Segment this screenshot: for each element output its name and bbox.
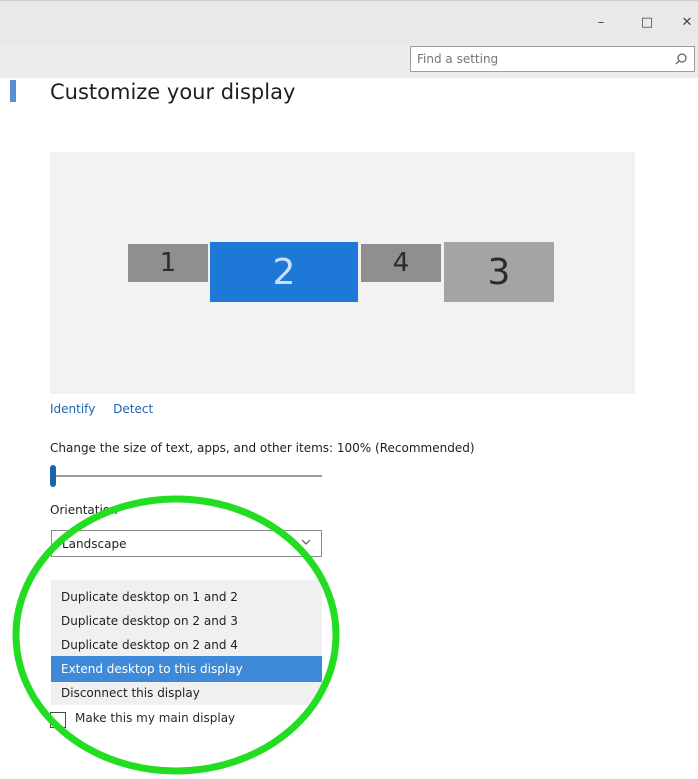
nav-accent-bar — [10, 80, 16, 102]
main-display-label: Make this my main display — [75, 711, 236, 725]
display-links: Identify Detect — [50, 402, 167, 416]
display-3-tile[interactable]: 3 — [444, 242, 554, 302]
display-4-number: 4 — [392, 248, 410, 278]
orientation-label: Orientation — [50, 503, 118, 517]
scale-slider-track[interactable] — [52, 475, 322, 477]
display-1-number: 1 — [159, 248, 177, 278]
maximize-button[interactable]: □ — [636, 13, 658, 33]
multiple-displays-dropdown-list: Duplicate desktop on 1 and 2 Duplicate d… — [51, 580, 322, 705]
option-duplicate-2-4[interactable]: Duplicate desktop on 2 and 4 — [51, 632, 322, 658]
search-bar-row — [0, 44, 698, 78]
option-disconnect[interactable]: Disconnect this display — [51, 680, 322, 706]
chevron-down-icon — [301, 539, 311, 545]
display-2-number: 2 — [272, 251, 296, 293]
display-1-tile[interactable]: 1 — [128, 244, 208, 282]
display-2-tile[interactable]: 2 — [210, 242, 358, 302]
option-duplicate-2-3[interactable]: Duplicate desktop on 2 and 3 — [51, 608, 322, 634]
title-bar: – □ ✕ — [0, 0, 698, 45]
scale-slider-thumb[interactable] — [50, 465, 56, 487]
display-arrangement-preview: 1 2 4 3 — [50, 152, 635, 394]
identify-link[interactable]: Identify — [50, 402, 95, 416]
minimize-button[interactable]: – — [590, 13, 612, 33]
page-title: Customize your display — [50, 80, 296, 104]
display-3-number: 3 — [487, 251, 511, 293]
scale-label: Change the size of text, apps, and other… — [50, 441, 475, 455]
main-display-checkbox[interactable] — [50, 712, 66, 728]
orientation-dropdown[interactable]: Landscape — [51, 530, 322, 557]
search-input[interactable] — [417, 50, 657, 68]
option-duplicate-1-2[interactable]: Duplicate desktop on 1 and 2 — [51, 584, 322, 610]
option-extend-desktop[interactable]: Extend desktop to this display — [51, 656, 322, 682]
detect-link[interactable]: Detect — [113, 402, 153, 416]
search-box[interactable] — [410, 46, 695, 72]
display-4-tile[interactable]: 4 — [361, 244, 441, 282]
close-button[interactable]: ✕ — [676, 13, 698, 33]
search-icon[interactable] — [674, 52, 688, 66]
orientation-value: Landscape — [62, 537, 127, 551]
